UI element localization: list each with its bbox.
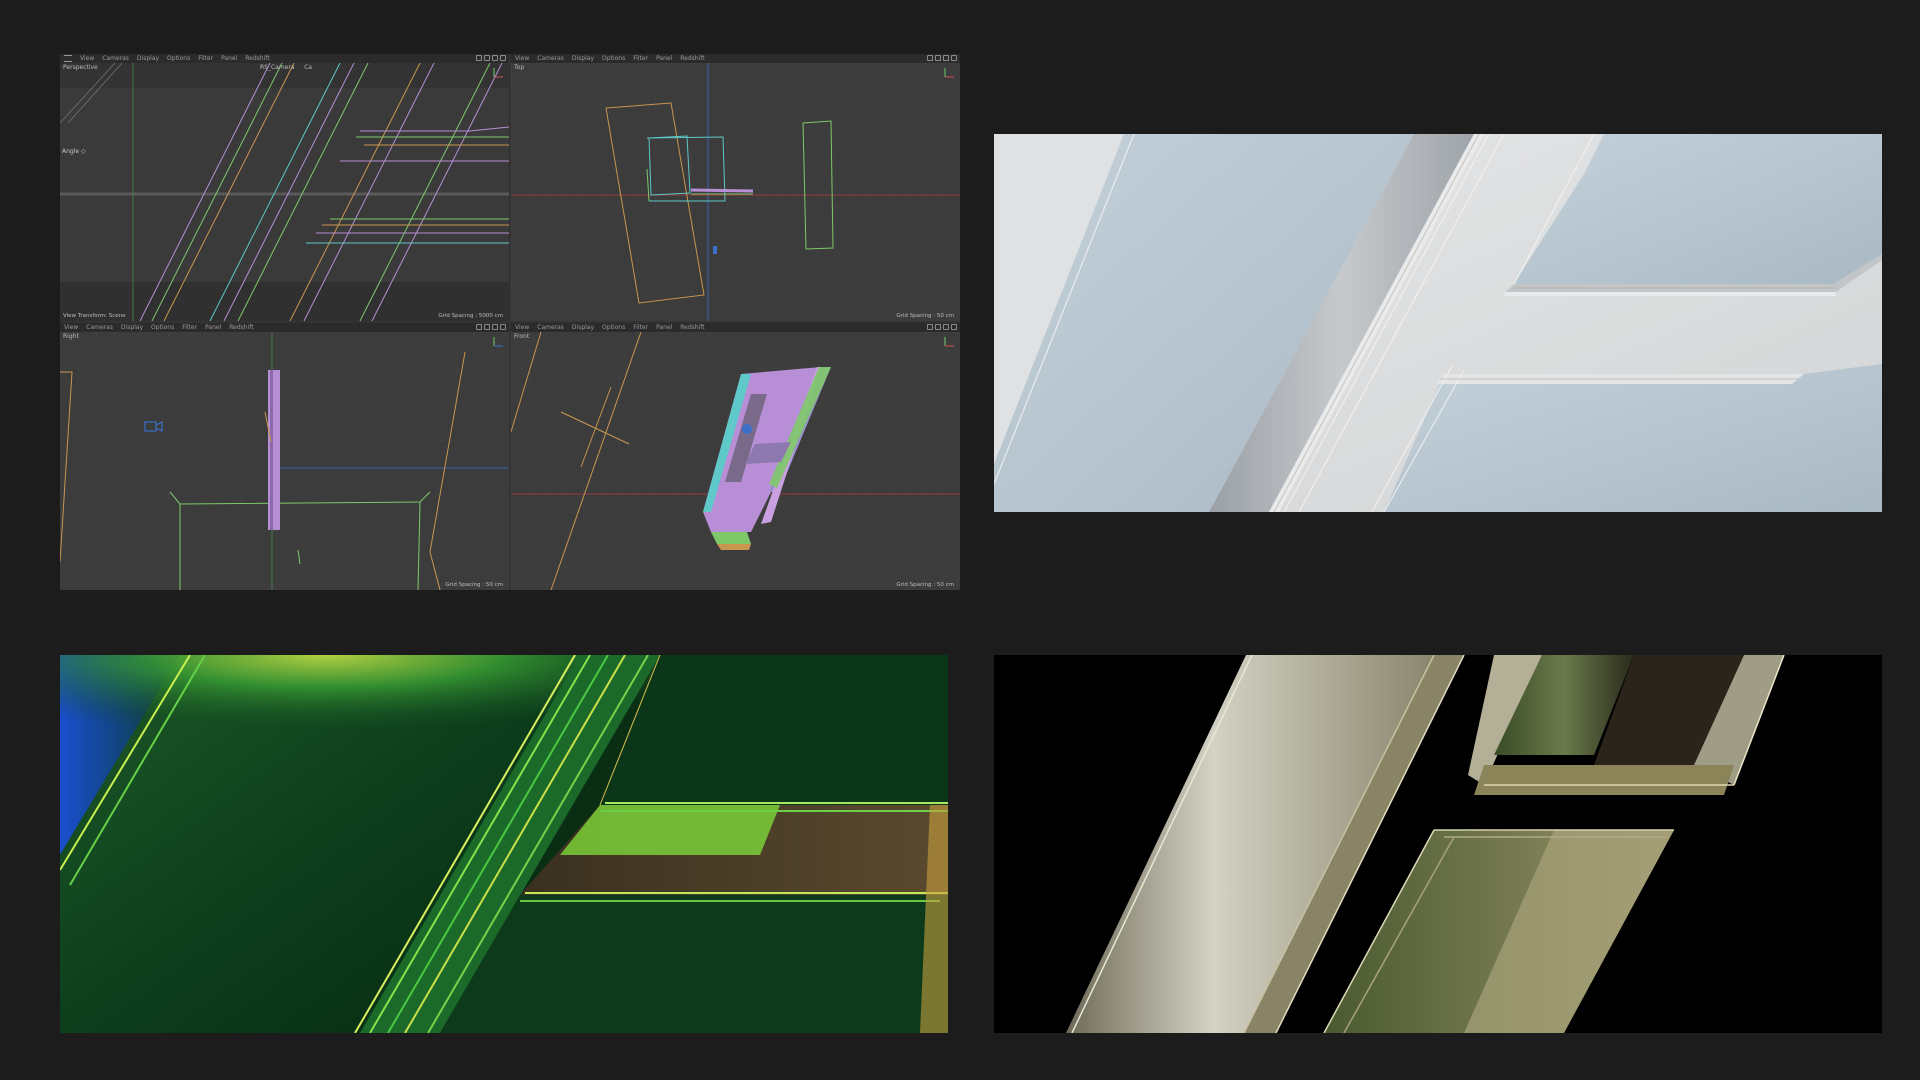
viewport-control-icon[interactable] — [927, 324, 933, 330]
perspective-scene — [60, 63, 509, 321]
grid-spacing-label: Grid Spacing : 50 cm — [445, 582, 503, 588]
menu-cameras[interactable]: Cameras — [86, 324, 113, 331]
menu-redshift[interactable]: Redshift — [680, 55, 704, 62]
render-dark-glass — [994, 655, 1882, 1033]
menu-options[interactable]: Options — [602, 324, 625, 331]
menu-panel[interactable]: Panel — [221, 55, 237, 62]
menu-display[interactable]: Display — [572, 55, 594, 62]
viewport-menubar: View Cameras Display Options Filter Pane… — [511, 323, 960, 332]
camera-icon[interactable] — [144, 419, 164, 433]
camera-suffix: Ca — [304, 64, 312, 71]
grid-spacing-label: Grid Spacing : 50 cm — [896, 582, 954, 588]
viewport-control-icon[interactable] — [476, 324, 482, 330]
viewport-right[interactable]: View Cameras Display Options Filter Pane… — [60, 323, 509, 590]
viewport-control-icon[interactable] — [476, 55, 482, 61]
viewport-control-icon[interactable] — [951, 55, 957, 61]
viewport-control-icon[interactable] — [500, 55, 506, 61]
camera-label[interactable]: RS_Camera Ca — [260, 64, 312, 71]
viewport-control-icon[interactable] — [935, 324, 941, 330]
render-light-glass — [994, 134, 1882, 512]
axis-gizmo-icon — [493, 337, 503, 347]
viewport-menubar: View Cameras Display Options Filter Pane… — [60, 323, 509, 332]
viewport-control-icon[interactable] — [943, 55, 949, 61]
menu-filter[interactable]: Filter — [198, 55, 213, 62]
menu-view[interactable]: View — [515, 55, 529, 62]
menu-icon[interactable] — [64, 55, 72, 62]
menu-panel[interactable]: Panel — [656, 324, 672, 331]
menu-filter[interactable]: Filter — [633, 324, 648, 331]
menu-panel[interactable]: Panel — [205, 324, 221, 331]
camera-name: RS_Camera — [260, 64, 295, 71]
render-green-image — [60, 655, 948, 1033]
viewport-perspective[interactable]: View Cameras Display Options Filter Pane… — [60, 54, 509, 321]
viewport-control-icon[interactable] — [943, 324, 949, 330]
angle-text: Angle — [62, 148, 80, 155]
front-scene — [511, 332, 960, 590]
menu-cameras[interactable]: Cameras — [537, 55, 564, 62]
menu-panel[interactable]: Panel — [656, 55, 672, 62]
angle-label: Angle ◇ — [62, 148, 86, 155]
menu-cameras[interactable]: Cameras — [537, 324, 564, 331]
viewport-control-icon[interactable] — [927, 55, 933, 61]
viewport-menubar: View Cameras Display Options Filter Pane… — [60, 54, 509, 63]
menu-display[interactable]: Display — [121, 324, 143, 331]
menu-display[interactable]: Display — [572, 324, 594, 331]
viewport-control-icon[interactable] — [492, 55, 498, 61]
viewport-control-icon[interactable] — [484, 55, 490, 61]
viewport-menubar: View Cameras Display Options Filter Pane… — [511, 54, 960, 63]
menu-options[interactable]: Options — [602, 55, 625, 62]
viewport-front[interactable]: View Cameras Display Options Filter Pane… — [511, 323, 960, 590]
render-dark-image — [994, 655, 1882, 1033]
viewport-name: Top — [514, 64, 525, 71]
viewport-name: Front — [514, 333, 530, 340]
viewport-control-icon[interactable] — [951, 324, 957, 330]
menu-options[interactable]: Options — [167, 55, 190, 62]
viewport-control-icon[interactable] — [492, 324, 498, 330]
view-transform-label: View Transform: Scene — [63, 313, 126, 319]
menu-redshift[interactable]: Redshift — [229, 324, 253, 331]
render-light-image — [994, 134, 1882, 512]
viewport-name: Right — [63, 333, 79, 340]
right-scene — [60, 332, 509, 590]
menu-view[interactable]: View — [80, 55, 94, 62]
axis-gizmo-icon — [944, 68, 954, 78]
viewport-editor: View Cameras Display Options Filter Pane… — [60, 54, 960, 590]
grid-spacing-label: Grid Spacing : 50 cm — [896, 313, 954, 319]
top-scene — [511, 63, 960, 321]
menu-filter[interactable]: Filter — [182, 324, 197, 331]
viewport-top[interactable]: View Cameras Display Options Filter Pane… — [511, 54, 960, 321]
menu-filter[interactable]: Filter — [633, 55, 648, 62]
render-green-glass — [60, 655, 948, 1033]
menu-redshift[interactable]: Redshift — [680, 324, 704, 331]
viewport-control-icon[interactable] — [484, 324, 490, 330]
viewport-name: Perspective — [63, 64, 98, 71]
menu-cameras[interactable]: Cameras — [102, 55, 129, 62]
menu-display[interactable]: Display — [137, 55, 159, 62]
menu-options[interactable]: Options — [151, 324, 174, 331]
menu-view[interactable]: View — [515, 324, 529, 331]
axis-gizmo-icon — [944, 337, 954, 347]
grid-spacing-label: Grid Spacing : 5000 cm — [438, 313, 503, 319]
menu-view[interactable]: View — [64, 324, 78, 331]
viewport-control-icon[interactable] — [935, 55, 941, 61]
menu-redshift[interactable]: Redshift — [245, 55, 269, 62]
viewport-control-icon[interactable] — [500, 324, 506, 330]
axis-gizmo-icon — [493, 68, 503, 78]
